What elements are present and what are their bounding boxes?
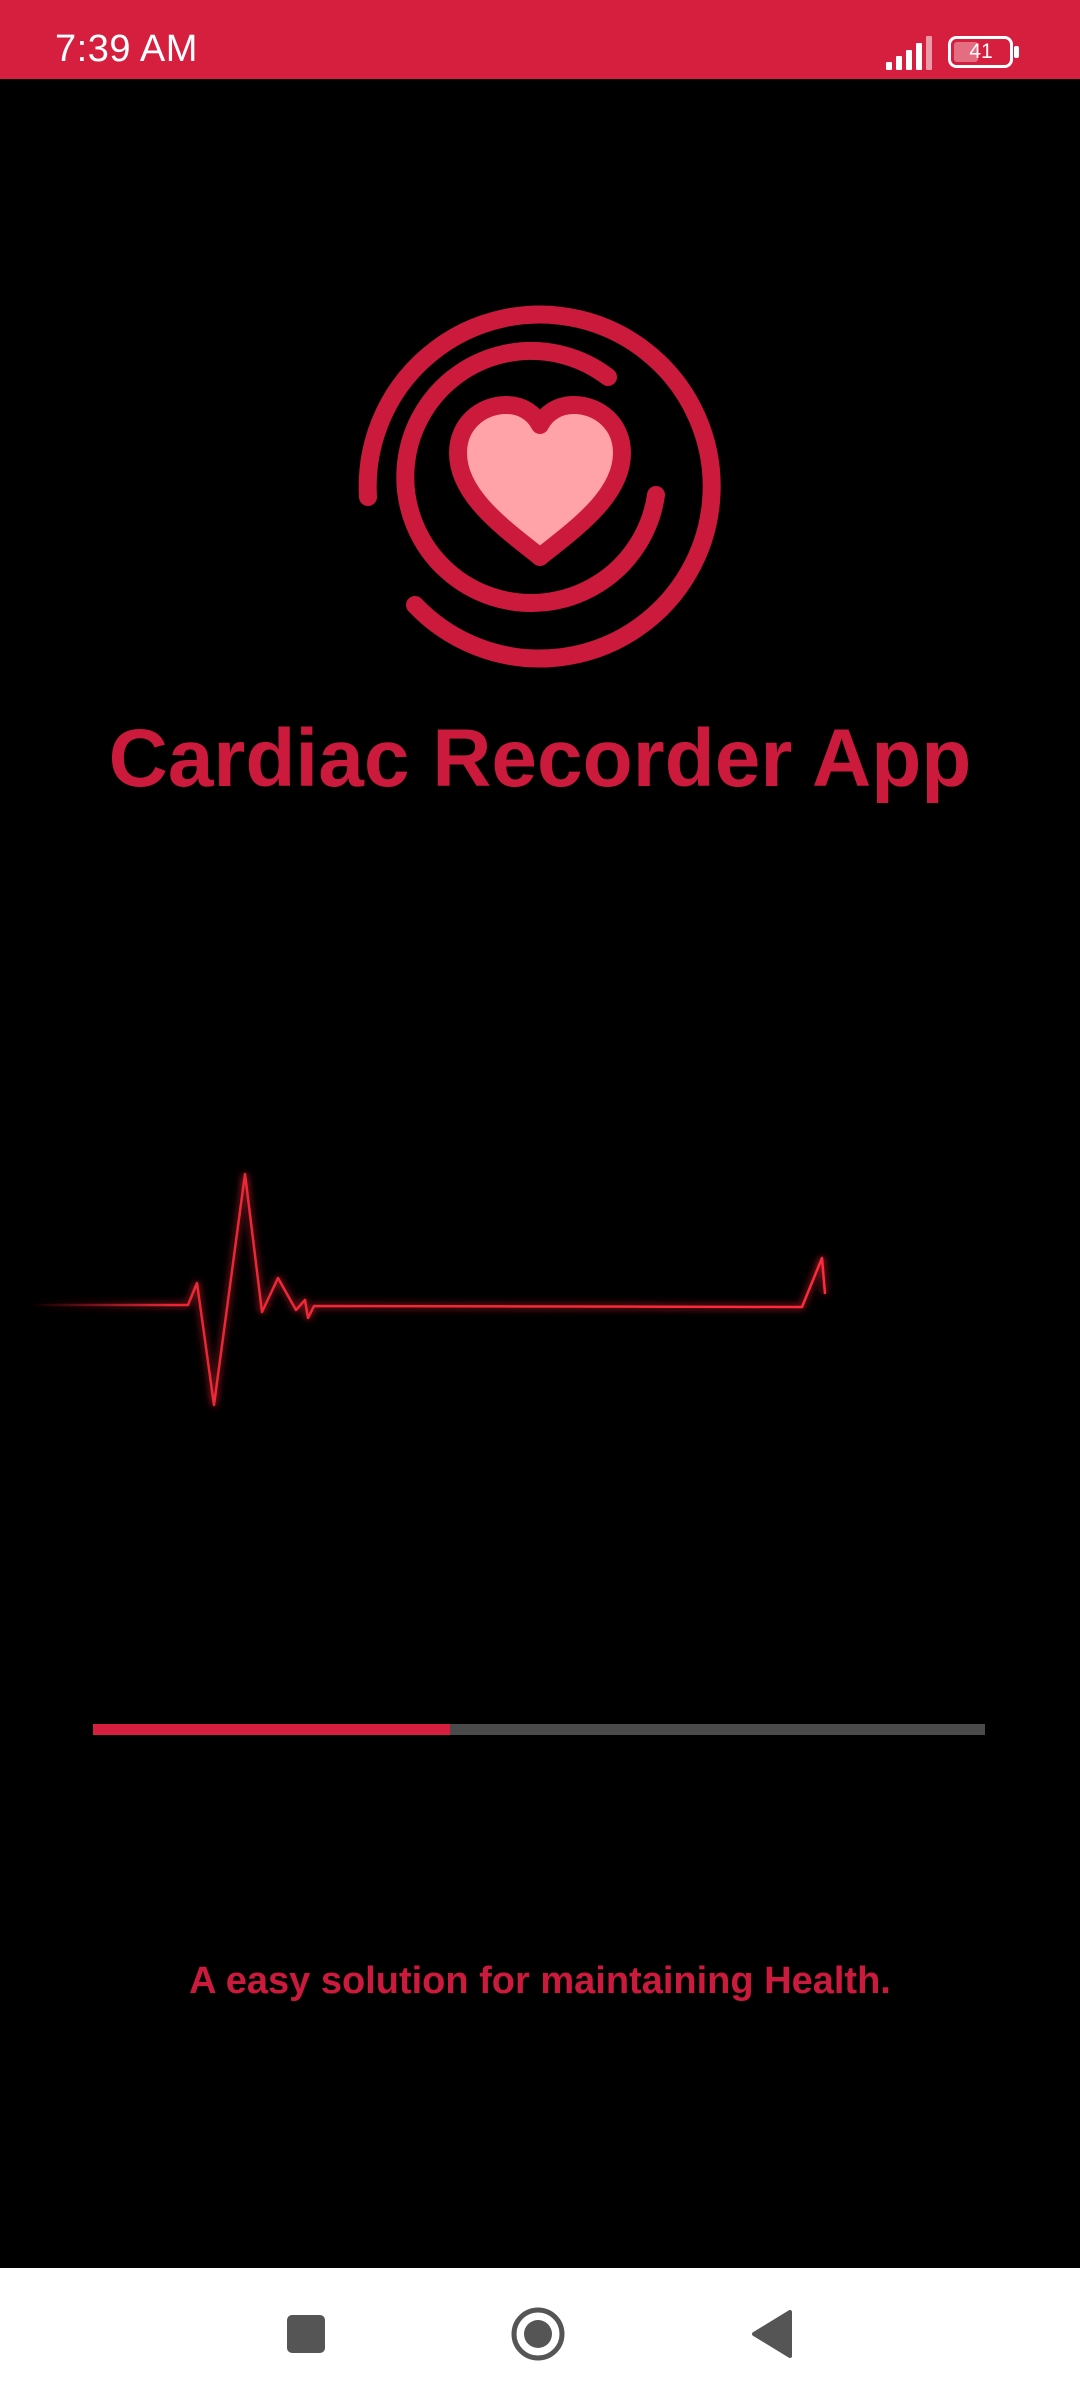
signal-icon xyxy=(886,36,932,70)
back-icon xyxy=(752,2310,792,2358)
battery-level: 41 xyxy=(969,40,993,63)
recents-button[interactable] xyxy=(268,2296,344,2372)
app-title: Cardiac Recorder App xyxy=(108,713,972,804)
recents-icon xyxy=(287,2315,325,2353)
heart-circle-logo-icon xyxy=(358,305,721,668)
back-button[interactable] xyxy=(734,2296,810,2372)
app-tagline: A easy solution for maintaining Health. xyxy=(189,1960,891,2002)
ecg-waveform-icon xyxy=(30,1172,827,1407)
system-navigation-bar xyxy=(0,2268,1080,2400)
home-button[interactable] xyxy=(500,2296,576,2372)
status-time: 7:39 AM xyxy=(55,28,198,70)
splash-screen: 7:39 AM 41 Cardiac Recorder App A easy s… xyxy=(0,0,1080,2400)
home-icon xyxy=(511,2307,565,2361)
loading-progress-bar xyxy=(93,1724,985,1735)
loading-progress-fill xyxy=(93,1724,450,1735)
status-bar: 7:39 AM 41 xyxy=(0,0,1080,79)
